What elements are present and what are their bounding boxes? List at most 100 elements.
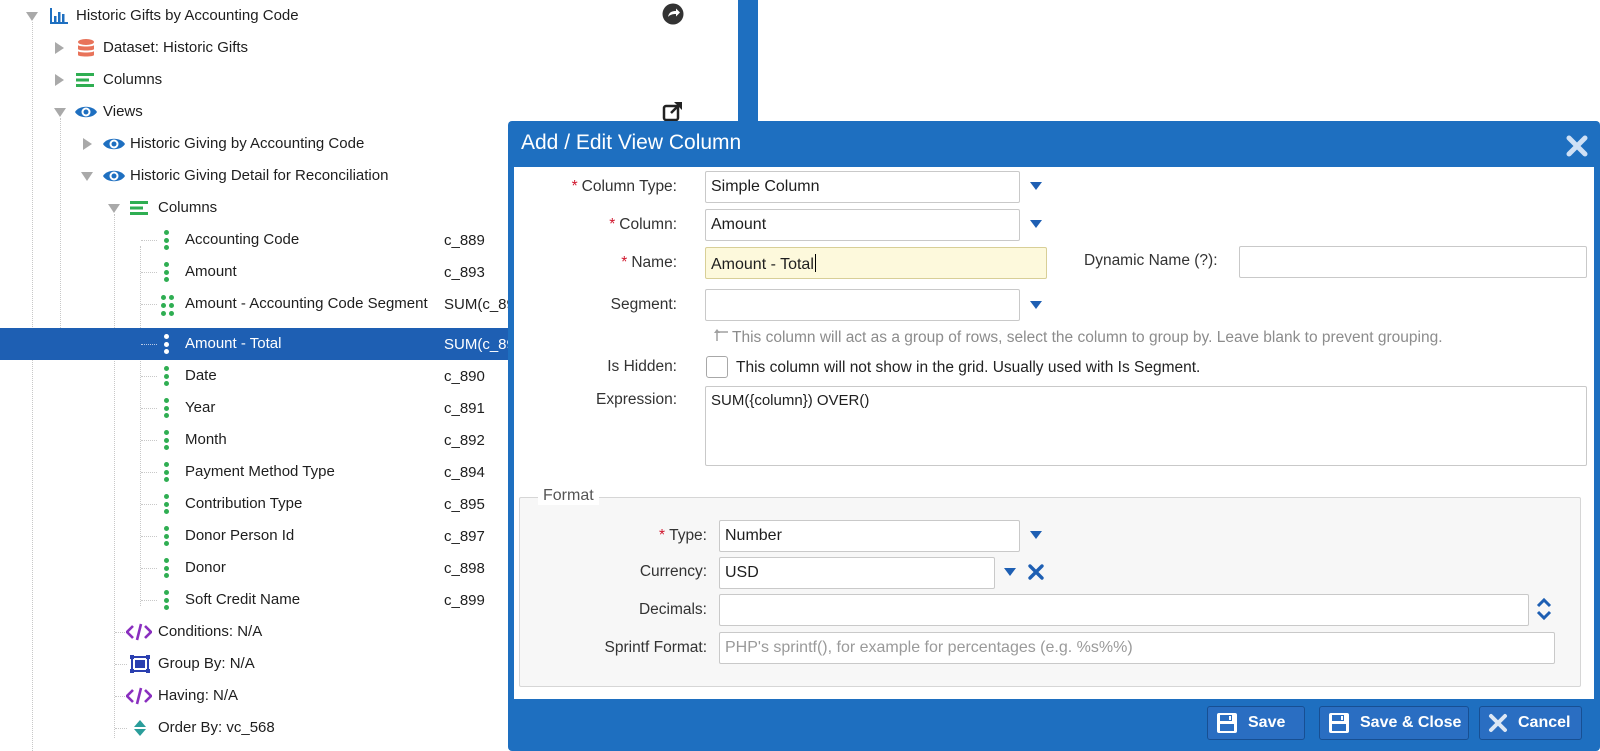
column-item-code: c_891 bbox=[444, 400, 485, 417]
dots-icon bbox=[164, 558, 169, 578]
segment-label: Segment: bbox=[610, 296, 677, 313]
code-icon bbox=[126, 687, 152, 705]
sprintf-format-label: Sprintf Format: bbox=[604, 639, 708, 656]
is-hidden-checkbox[interactable] bbox=[706, 356, 728, 378]
column-type-label: * Column Type: bbox=[571, 178, 677, 195]
expression-textarea[interactable]: SUM({column}) OVER() bbox=[705, 386, 1587, 466]
dots-icon bbox=[164, 366, 169, 386]
column-item-label: Date bbox=[185, 367, 217, 384]
column-item-label: Month bbox=[185, 431, 227, 448]
currency-select[interactable]: USD bbox=[719, 557, 995, 589]
code-icon bbox=[126, 623, 152, 641]
tree-node-label: Historic Gifts by Accounting Code bbox=[76, 7, 299, 24]
column-item-code: SUM(c_89 bbox=[444, 296, 515, 313]
column-item-code: SUM(c_89 bbox=[444, 336, 515, 353]
group-icon bbox=[130, 655, 150, 673]
save-and-close-button-label: Save & Close bbox=[1360, 714, 1462, 731]
cancel-icon bbox=[1489, 714, 1507, 732]
add-edit-view-column-dialog: Add / Edit View Column * Column Type: Sim… bbox=[508, 121, 1600, 751]
tree-node-label: Order By: vc_568 bbox=[158, 719, 275, 736]
chart-icon bbox=[48, 6, 70, 26]
cancel-button[interactable]: Cancel bbox=[1479, 706, 1582, 740]
tree-node-label: Having: N/A bbox=[158, 687, 239, 704]
dots-icon bbox=[164, 262, 169, 282]
column-item-label: Donor bbox=[185, 559, 226, 576]
tree-node-label: Dataset: Historic Gifts bbox=[103, 39, 249, 56]
is-hidden-label: Is Hidden: bbox=[607, 358, 677, 375]
tree-node-label: Columns bbox=[158, 199, 218, 216]
dynamic-name-input[interactable] bbox=[1239, 246, 1587, 278]
dots-icon bbox=[164, 462, 169, 482]
column-item-code: c_890 bbox=[444, 368, 485, 385]
clear-icon[interactable] bbox=[1027, 563, 1045, 581]
arrow-circle-icon[interactable] bbox=[662, 3, 684, 25]
save-button[interactable]: Save bbox=[1207, 706, 1305, 740]
tree-node-label: Columns bbox=[103, 71, 163, 88]
column-item-code: c_894 bbox=[444, 464, 485, 481]
dialog-title: Add / Edit View Column bbox=[521, 131, 742, 154]
grid-dots-icon bbox=[161, 295, 174, 316]
text-caret bbox=[814, 254, 816, 272]
column-item-code: c_895 bbox=[444, 496, 485, 513]
column-item-label: Amount bbox=[185, 263, 237, 280]
list-icon bbox=[128, 199, 150, 217]
dots-icon bbox=[164, 334, 169, 354]
is-hidden-hint: This column will not show in the grid. U… bbox=[736, 359, 1201, 376]
database-icon bbox=[76, 38, 96, 58]
save-and-close-button[interactable]: Save & Close bbox=[1319, 706, 1469, 740]
eye-icon bbox=[102, 136, 126, 152]
cancel-button-label: Cancel bbox=[1518, 714, 1571, 731]
list-icon bbox=[74, 71, 96, 89]
expand-toggle[interactable] bbox=[55, 74, 64, 86]
expand-toggle[interactable] bbox=[55, 42, 64, 54]
type-label: * Type: bbox=[659, 527, 707, 544]
type-select[interactable]: Number bbox=[719, 520, 1020, 552]
chevron-down-icon[interactable] bbox=[1030, 220, 1042, 228]
sort-icon bbox=[133, 719, 147, 737]
column-item-label: Year bbox=[185, 399, 216, 416]
name-input[interactable]: Amount - Total bbox=[705, 247, 1047, 279]
tree-node-label: Historic Giving by Accounting Code bbox=[130, 135, 365, 152]
chevron-down-icon[interactable] bbox=[1030, 182, 1042, 190]
dialog-body: * Column Type: Simple Column * Column: Amo… bbox=[514, 167, 1594, 699]
segment-select[interactable] bbox=[705, 289, 1020, 321]
chevron-down-icon[interactable] bbox=[1030, 301, 1042, 309]
column-select[interactable]: Amount bbox=[705, 209, 1020, 241]
tree-node-label: Views bbox=[103, 103, 143, 120]
expand-toggle[interactable] bbox=[108, 204, 120, 213]
tree-node-columns[interactable]: Columns bbox=[0, 64, 700, 96]
column-item-label: Donor Person Id bbox=[185, 527, 295, 544]
tree-node-label: Historic Giving Detail for Reconciliatio… bbox=[130, 167, 389, 184]
decimals-input[interactable] bbox=[719, 594, 1529, 626]
expand-toggle[interactable] bbox=[81, 172, 93, 181]
column-type-select[interactable]: Simple Column bbox=[705, 171, 1020, 203]
eye-icon bbox=[102, 168, 126, 184]
column-item-label: Payment Method Type bbox=[185, 463, 335, 480]
decimals-label: Decimals: bbox=[638, 601, 707, 618]
expand-toggle[interactable] bbox=[83, 138, 92, 150]
chevron-down-icon[interactable] bbox=[1030, 531, 1042, 539]
column-item-label: Accounting Code bbox=[185, 231, 300, 248]
dots-icon bbox=[164, 230, 169, 250]
dynamic-name-label[interactable]: Dynamic Name (?): bbox=[1084, 252, 1218, 270]
column-item-code: c_897 bbox=[444, 528, 485, 545]
segment-hint: This column will act as a group of rows,… bbox=[732, 329, 1443, 346]
external-link-icon[interactable] bbox=[662, 100, 684, 122]
column-item-label: Amount - Total bbox=[185, 335, 282, 352]
dots-icon bbox=[164, 526, 169, 546]
column-item-label: Contribution Type bbox=[185, 495, 303, 512]
tree-node-dataset[interactable]: Dataset: Historic Gifts bbox=[0, 32, 700, 64]
format-group: Format * Type: Number Currency: USD Decim… bbox=[519, 487, 1581, 687]
close-icon[interactable] bbox=[1564, 133, 1590, 159]
expression-label: Expression: bbox=[596, 391, 677, 408]
corner-arrow-icon bbox=[713, 328, 729, 342]
spinner-icon[interactable] bbox=[1535, 595, 1553, 623]
expand-toggle[interactable] bbox=[26, 12, 38, 21]
chevron-down-icon[interactable] bbox=[1004, 568, 1016, 576]
column-item-code: c_898 bbox=[444, 560, 485, 577]
expand-toggle[interactable] bbox=[54, 108, 66, 117]
sprintf-format-input[interactable]: PHP's sprintf(), for example for percent… bbox=[719, 632, 1555, 664]
column-label: * Column: bbox=[609, 216, 677, 233]
tree-node-root[interactable]: Historic Gifts by Accounting Code bbox=[0, 0, 700, 32]
dots-icon bbox=[164, 494, 169, 514]
